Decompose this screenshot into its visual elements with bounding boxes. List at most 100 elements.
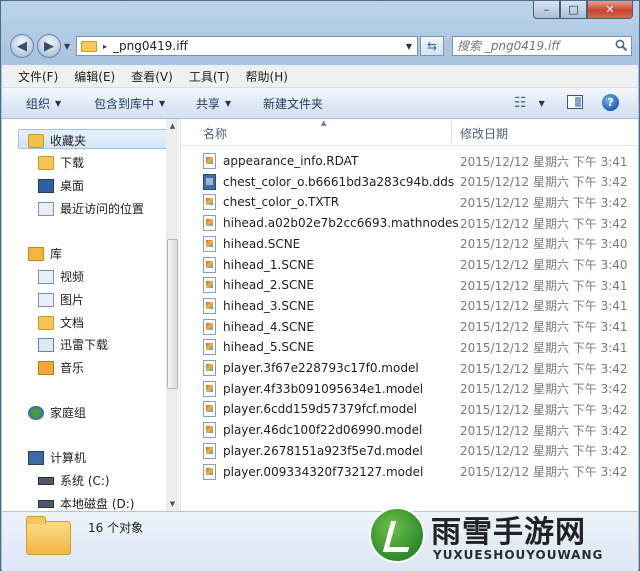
address-bar[interactable]: ▸ _png0419.iff ▼ <box>76 36 418 56</box>
file-row[interactable]: player.6cdd159d57379fcf.model 2015/12/12 … <box>203 399 633 419</box>
file-row[interactable]: hihead.SCNE 2015/12/12 星期六 下午 3:40 <box>203 234 633 254</box>
file-icon <box>203 360 216 376</box>
file-name: chest_color_o.b6661bd3a283c94b.dds <box>223 174 455 189</box>
arrow-right-icon: ▶ <box>44 38 54 54</box>
back-button[interactable]: ◀ <box>10 34 34 58</box>
nav-desktop[interactable]: 桌面 <box>38 177 84 194</box>
file-row[interactable]: player.3f67e228793c17f0.model 2015/12/12 … <box>203 358 633 378</box>
file-row[interactable]: hihead_5.SCNE 2015/12/12 星期六 下午 3:41 <box>203 337 633 357</box>
nav-pictures-label: 图片 <box>60 293 85 307</box>
menu-help[interactable]: 帮助(H) <box>238 68 296 85</box>
file-name: player.009334320f732127.model <box>223 464 424 479</box>
search-input[interactable] <box>457 38 607 54</box>
help-icon[interactable]: ? <box>602 94 619 111</box>
file-name: hihead_2.SCNE <box>223 278 314 293</box>
file-row[interactable]: hihead_2.SCNE 2015/12/12 星期六 下午 3:41 <box>203 275 633 295</box>
scroll-up-arrow-icon[interactable]: ▲ <box>166 119 179 133</box>
menu-edit[interactable]: 编辑(E) <box>66 68 123 85</box>
nav-computer[interactable]: 计算机 <box>28 449 86 466</box>
include-library-label: 包含到库中 <box>94 96 155 111</box>
file-name: player.3f67e228793c17f0.model <box>223 361 419 375</box>
file-row[interactable]: appearance_info.RDAT 2015/12/12 星期六 下午 3:… <box>203 151 633 171</box>
file-row[interactable]: player.4f33b091095634e1.model 2015/12/12 … <box>203 379 633 399</box>
menu-tools[interactable]: 工具(T) <box>181 68 238 85</box>
organize-button[interactable]: 组织 ▼ <box>26 95 61 112</box>
file-row[interactable]: hihead.a02b02e7b2cc6693.mathnodes 2015/12… <box>203 213 633 233</box>
chevron-down-icon: ▼ <box>159 98 166 108</box>
file-modified-date: 2015/12/12 星期六 下午 3:40 <box>460 258 628 272</box>
breadcrumb-current-folder[interactable]: _png0419.iff <box>113 39 188 53</box>
file-row[interactable]: player.009334320f732127.model 2015/12/12 … <box>203 462 633 482</box>
file-icon <box>203 401 216 418</box>
menu-file[interactable]: 文件(F) <box>2 68 66 85</box>
drive-icon <box>38 499 54 508</box>
maximize-button[interactable]: □ <box>560 1 587 19</box>
share-button[interactable]: 共享 ▼ <box>196 95 231 112</box>
minimize-button[interactable]: – <box>533 1 560 19</box>
nav-downloads[interactable]: 下载 <box>38 154 84 171</box>
recent-places-icon <box>38 201 54 216</box>
nav-drive-c[interactable]: 系统 (C:) <box>38 472 110 489</box>
column-headers: ▲ 名称 修改日期 <box>181 119 638 146</box>
column-header-modified[interactable]: 修改日期 <box>460 125 508 142</box>
change-view-button[interactable]: ☷ ▼ <box>514 95 545 111</box>
nav-favorites[interactable]: 收藏夹 <box>28 132 86 149</box>
file-icon <box>203 235 216 252</box>
computer-icon <box>28 450 44 465</box>
file-row[interactable]: hihead_3.SCNE 2015/12/12 星期六 下午 3:41 <box>203 296 633 316</box>
new-folder-button[interactable]: 新建文件夹 <box>263 95 323 112</box>
include-in-library-button[interactable]: 包含到库中 ▼ <box>94 95 165 112</box>
column-divider[interactable] <box>451 121 452 143</box>
folder-icon <box>26 516 71 555</box>
recent-pages-dropdown[interactable]: ▼ <box>64 42 70 51</box>
forward-button[interactable]: ▶ <box>37 34 61 58</box>
preview-pane-icon[interactable] <box>567 95 583 109</box>
nav-videos[interactable]: 视频 <box>38 268 84 285</box>
nav-documents[interactable]: 文档 <box>38 314 84 331</box>
nav-libraries-label: 库 <box>50 247 63 261</box>
file-row[interactable]: chest_color_o.TXTR 2015/12/12 星期六 下午 3:42 <box>203 192 633 212</box>
chevron-down-icon: ▼ <box>225 98 232 108</box>
breadcrumb-arrow-icon[interactable]: ▸ <box>103 42 107 51</box>
watermark: 雨雪手游网 YUXUESHOUYOUWANG <box>363 501 633 571</box>
nav-pictures[interactable]: 图片 <box>38 291 84 308</box>
file-name: hihead.a02b02e7b2cc6693.mathnodes <box>223 216 459 231</box>
nav-thunder-downloads[interactable]: 迅雷下载 <box>38 336 108 353</box>
file-icon <box>203 277 216 294</box>
scroll-thumb[interactable] <box>167 239 178 389</box>
column-header-name[interactable]: 名称 <box>203 125 227 142</box>
nav-drive-d[interactable]: 本地磁盘 (D:) <box>38 495 134 511</box>
file-row[interactable]: hihead_4.SCNE 2015/12/12 星期六 下午 3:41 <box>203 317 633 337</box>
nav-homegroup[interactable]: 家庭组 <box>28 404 86 421</box>
file-row[interactable]: chest_color_o.b6661bd3a283c94b.dds 2015/1… <box>203 172 633 192</box>
file-icon <box>203 318 216 335</box>
scroll-down-arrow-icon[interactable]: ▼ <box>166 497 179 511</box>
file-row[interactable]: player.46dc100f22d06990.model 2015/12/12 … <box>203 420 633 440</box>
command-bar: 组织 ▼ 包含到库中 ▼ 共享 ▼ 新建文件夹 ☷ ▼ ? <box>2 88 638 119</box>
file-modified-date: 2015/12/12 星期六 下午 3:41 <box>460 340 628 355</box>
address-row: ◀ ▶ ▼ ▸ _png0419.iff ▼ ⇆ <box>1 31 639 61</box>
file-name: appearance_info.RDAT <box>223 154 359 168</box>
refresh-button[interactable]: ⇆ <box>420 36 444 56</box>
search-box[interactable] <box>452 36 632 56</box>
menu-view[interactable]: 查看(V) <box>123 68 181 85</box>
nav-documents-label: 文档 <box>60 316 85 330</box>
close-button[interactable]: ✕ <box>587 1 633 19</box>
nav-music-label: 音乐 <box>60 361 85 375</box>
file-row[interactable]: hihead_1.SCNE 2015/12/12 星期六 下午 3:40 <box>203 255 633 275</box>
file-modified-date: 2015/12/12 星期六 下午 3:41 <box>460 154 628 169</box>
nav-computer-label: 计算机 <box>50 451 87 465</box>
item-count: 16 个对象 <box>88 521 144 535</box>
file-row[interactable]: player.2678151a923f5e7d.model 2015/12/12 … <box>203 441 633 461</box>
file-name: player.46dc100f22d06990.model <box>223 423 423 438</box>
nav-recent-places[interactable]: 最近访问的位置 <box>38 200 144 217</box>
search-icon[interactable] <box>615 39 628 52</box>
nav-pane-scrollbar[interactable]: ▲ ▼ <box>166 119 179 511</box>
nav-libraries[interactable]: 库 <box>28 245 62 262</box>
explorer-window: – □ ✕ ◀ ▶ ▼ ▸ _png0419.iff ▼ ⇆ 文件(F) 编辑(… <box>0 0 640 571</box>
nav-music[interactable]: 音乐 <box>38 359 84 376</box>
address-dropdown-icon[interactable]: ▼ <box>406 42 412 51</box>
file-icon <box>203 463 216 480</box>
file-icon <box>203 194 216 211</box>
music-icon <box>38 360 54 375</box>
